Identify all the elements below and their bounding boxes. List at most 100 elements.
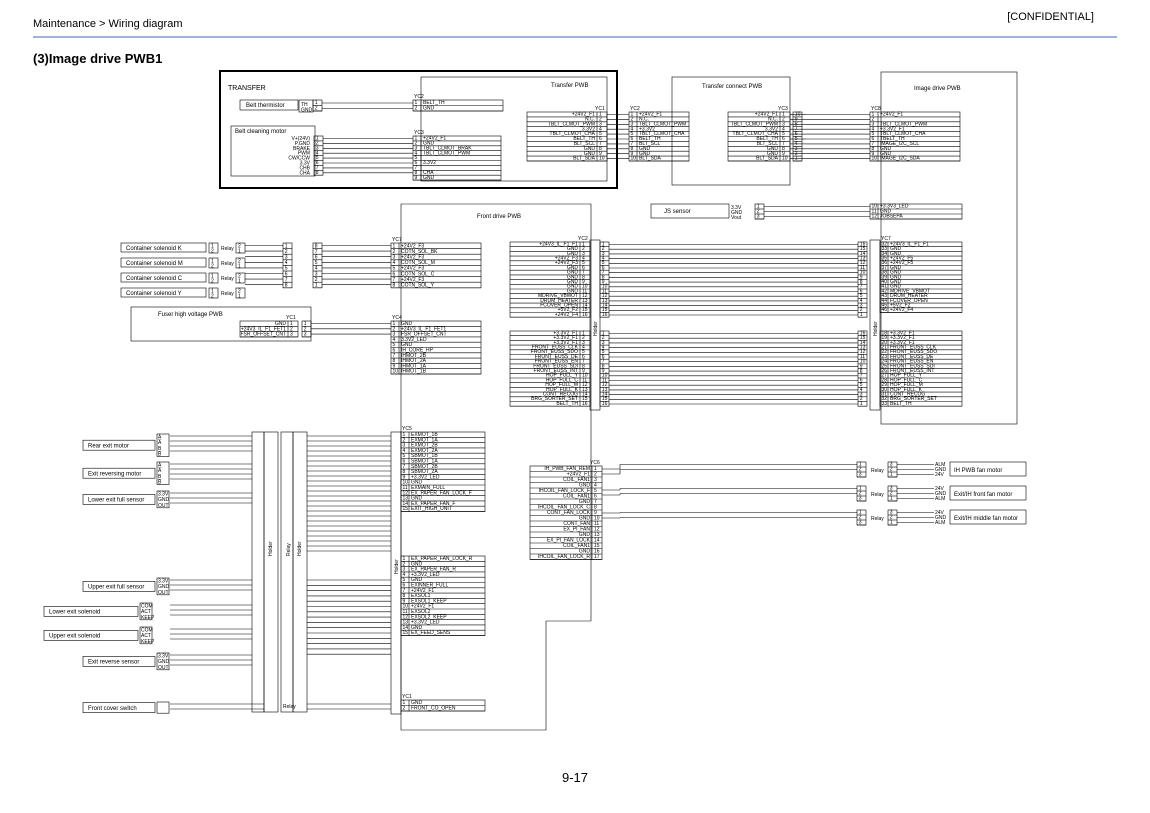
front-fan-pins-2: 321 <box>887 485 898 502</box>
pin-number: 10 <box>631 156 637 162</box>
container-solenoid-2: Container solenoid C 12 Relay 21 <box>120 272 246 284</box>
signal-name: EX_FEED_SENS <box>411 630 451 636</box>
svg-text:Holder: Holder <box>297 541 303 556</box>
signal-name: GND <box>423 175 435 181</box>
svg-text:Holder: Holder <box>268 541 274 556</box>
pin-label: OUT <box>158 665 169 671</box>
container-solenoid-3: Container solenoid Y 12 Relay 21 <box>120 287 246 299</box>
signal-name: TBLT_CLMOT_PWM <box>423 150 470 156</box>
signal-name: FSR_OFFSET_CNT <box>240 332 286 338</box>
transfer-title: TRANSFER <box>228 85 266 92</box>
component-name: Rear exit motor <box>88 443 129 449</box>
component-name: Upper exit solenoid <box>49 634 100 640</box>
pin-number: 1 <box>238 248 241 254</box>
component-name: Lower exit full sensor <box>88 498 144 504</box>
yc3-cleaning: YC31 +24V2_F12 GND3 TBLT_CLMOT_BRAK4 TBLT_CL… <box>412 130 502 181</box>
rear-exit-motor: Rear exit motorAA̅BB̅ <box>82 433 170 457</box>
pin-number: 8 <box>393 283 396 289</box>
ih-pwb-fan-motor: IH PWB fan motor <box>949 461 1027 477</box>
container-solenoid-1: Container solenoid M 12 Relay 21 <box>120 257 246 269</box>
fuser-yc1: YC11GND2+24V3_IL_F1_FET13FSR_OFFSET_CNT <box>239 315 299 338</box>
connector-label: YC1 <box>402 694 412 700</box>
image-js-connector: 10 +3.3V3_LED11 GND12 JOBSEPA <box>869 204 963 220</box>
signal-name: BLT_SDA <box>639 156 662 162</box>
js-sensor: JS sensor <box>650 203 730 219</box>
component-name: Exit reverse sensor <box>88 660 139 666</box>
relay-label: Relay <box>871 468 884 474</box>
pin-label: 24V <box>935 472 945 478</box>
relay-label: Relay <box>221 261 234 267</box>
middle-fan-pins-2: 321 <box>887 509 898 526</box>
container-solenoid-0: Container solenoid K 12 Relay 21 <box>120 242 246 254</box>
front-drive-title: Front drive PWB <box>477 214 521 220</box>
signal-name: GND <box>423 106 435 112</box>
signal-name: BLT_SDA <box>756 156 779 162</box>
component-name: Exit reversing motor <box>88 471 141 477</box>
transfer-connect-yc3: YC31+24V2_F12N.C.3TBLT_CLMOT_PWM43.3V25T… <box>727 106 791 162</box>
relay-label: Relay <box>221 291 234 297</box>
svg-text:Fuser high voltage PWB: Fuser high voltage PWB <box>158 312 223 318</box>
pin-number: 46 <box>882 307 888 313</box>
front-yc2-upper: YC21+24V3_IL_F1_F12GND3GND4+24V2_F35+24V… <box>509 236 591 318</box>
pin-number: 16 <box>582 401 588 407</box>
fuser-pins: 123 <box>301 320 312 338</box>
pin-label: OUT <box>158 590 169 596</box>
lower-exit-full-sensor: Lower exit full sensor3.3VGNDOUT <box>82 490 170 509</box>
signal-name: JOBSEPA <box>880 214 903 220</box>
js-pins: 123 <box>754 204 765 220</box>
svg-text:Exit/IH front fan motor: Exit/IH front fan motor <box>954 492 1012 498</box>
transfer-pwb-title: Transfer PWB <box>551 83 588 89</box>
relay-label: Relay <box>283 704 296 710</box>
front-yc5-a: YC51 EXMOT_1B2 EXMOT_1A3 EXMOT_2B4 EXMOT_2A5… <box>400 426 486 512</box>
signal-name: +24V2_F1 <box>880 112 903 118</box>
signal-name: FRONT_CO_OPEN <box>411 706 456 712</box>
pin-label-box <box>156 701 170 714</box>
pin-number: 10 <box>599 156 605 162</box>
component-name: Container solenoid C <box>126 276 183 282</box>
ih-fan-pins-2: 321 <box>887 461 898 478</box>
connector-label: YC2 <box>414 94 424 100</box>
signal-name: IHMOT_1B <box>401 369 427 375</box>
image-yc7-lower: 18 +3.3V2_F119 +3.3V2_F120 +3.3V2_F121 FRONT… <box>879 330 963 407</box>
component-name: Container solenoid K <box>126 246 182 252</box>
pin-label: ALM <box>935 520 945 526</box>
pin-number: 1 <box>238 263 241 269</box>
pin-label: B̅ <box>158 450 162 457</box>
page-number: 9-17 <box>561 770 589 785</box>
pin-number: 1 <box>238 278 241 284</box>
pin-label: GND <box>301 108 313 114</box>
component-name: Container solenoid M <box>126 261 183 267</box>
signal-name: +24V2_F4 <box>555 312 578 318</box>
svg-text:IH PWB fan motor: IH PWB fan motor <box>954 468 1002 474</box>
upper-exit-full-sensor: Upper exit full sensor3.3VGNDOUT <box>82 577 170 596</box>
exit-reverse-sensor: Exit reverse sensor3.3VGNDOUT <box>82 652 170 671</box>
exit-ih-middle-fan-motor: Exit/IH middle fan motor <box>949 509 1027 525</box>
front-yc2-lower: 1+3.3V2_F12+3.3V2_F13+3.3V2_F14FRONT_EUS… <box>509 330 591 407</box>
signal-name: EXIT_HIGH_UNIT <box>411 506 452 512</box>
front-yc4: YC41 GND2 +24V3_IL_F1_FET13 FSR_OFFSET_CNT4… <box>390 315 482 375</box>
relay-label: Relay <box>221 276 234 282</box>
pin-label: B̅ <box>158 478 162 485</box>
exit-reversing-motor: Exit reversing motorAA̅BB̅ <box>82 461 170 485</box>
solenoid-relay-pins: 12345678 <box>282 242 293 289</box>
svg-text:JS sensor: JS sensor <box>664 209 691 215</box>
pin-number: 1 <box>238 293 241 299</box>
svg-text:Holder: Holder <box>593 321 599 336</box>
svg-text:Holder: Holder <box>873 321 879 336</box>
signal-name: COTN_SOL_Y <box>401 283 435 289</box>
lower-exit-solenoid: Lower exit solenoidCOMACTKEEP <box>43 602 155 621</box>
svg-text:Relay: Relay <box>286 543 292 556</box>
component-name: Front cover switch <box>88 706 137 712</box>
pin-number: 2 <box>415 106 418 112</box>
front-yc1: YC11 GND2 FRONT_CO_OPEN <box>400 694 486 712</box>
relay-label: Relay <box>221 246 234 252</box>
signal-name: BELT_TH <box>890 401 912 407</box>
transfer-pwb-yc1: YC11+24V2_F12N.C.3TBLT_CLMOT_PWM43.3V25T… <box>526 106 608 162</box>
pin-number: 12 <box>872 214 878 220</box>
pin-number: 17 <box>594 554 600 560</box>
pin-number: 2 <box>211 293 214 299</box>
pin-number: 15 <box>403 630 409 636</box>
signal-name: +24V2_F4 <box>890 307 913 313</box>
pin-label: KEEP <box>141 615 155 621</box>
connector-label: YC6 <box>590 460 600 466</box>
